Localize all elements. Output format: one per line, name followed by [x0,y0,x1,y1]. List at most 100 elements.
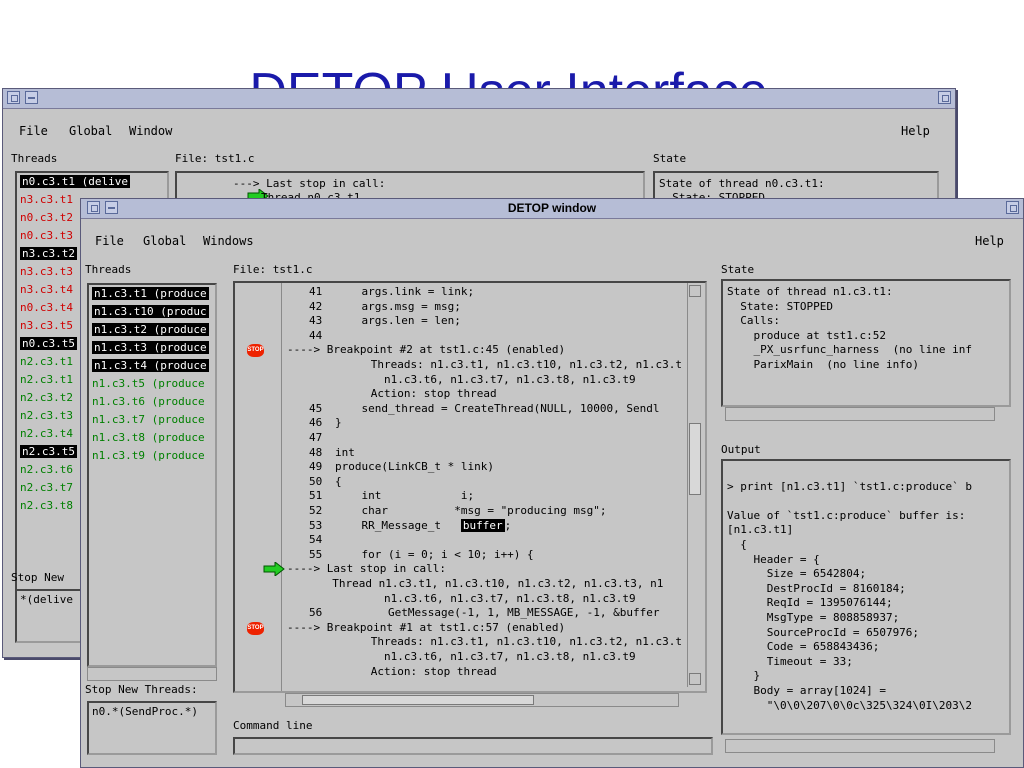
thread-label: n3.c3.t3 [20,265,73,278]
thread-label: n2.c3.t1 [20,355,73,368]
thread-label: n1.c3.t3 (produce [92,341,209,354]
scroll-thumb[interactable] [689,423,701,495]
file-label: File: tst1.c [175,152,255,165]
code-line: ---> Last stop in call: [233,177,386,190]
thread-label: n1.c3.t7 (produce [92,413,205,426]
code-text: ----> Last stop in call: [287,562,446,576]
code-text: int i; [335,489,475,503]
code-line: for (i = 0; i < 10; i++) { [335,548,533,561]
thread-label: n1.c3.t10 (produc [92,305,209,318]
line-number: 47 [309,431,323,444]
output-line: { [727,538,747,551]
thread-label: n3.c3.t4 [20,283,73,296]
thread-list-item[interactable]: n1.c3.t10 (produc [89,303,215,321]
line-number: 42 [309,299,323,313]
state-line: Calls: [727,314,780,328]
front-threads-list[interactable]: n1.c3.t1 (produce n1.c3.t10 (produc n1.c3.… [87,283,217,667]
thread-label: n2.c3.t5 [20,445,77,458]
code-text: { [335,474,342,488]
menu-file[interactable]: File [95,234,124,248]
thread-label: n1.c3.t6 (produce [92,395,205,408]
front-window-titlebar[interactable]: DETOP window [81,199,1023,219]
code-line: int [335,446,355,459]
front-detop-window[interactable]: DETOP window File Global Windows Help Th… [80,198,1024,768]
command-line-input[interactable] [233,737,713,755]
output-hscrollbar[interactable] [725,739,995,753]
state-view[interactable]: State of thread n1.c3.t1: State: STOPPED… [721,279,1011,407]
state-hscrollbar[interactable] [725,407,995,421]
thread-label: n3.c3.t2 [20,247,77,260]
code-line: Threads: n1.c3.t1, n1.c3.t10, n1.c3.t2, … [331,358,682,371]
menu-global[interactable]: Global [69,124,112,138]
code-line: args.len = len; [335,314,461,328]
code-line: Thread n1.c3.t1, n1.c3.t10, n1.c3.t2, n1… [319,577,663,590]
hscroll-thumb[interactable] [302,695,534,705]
code-text: Threads: n1.c3.t1, n1.c3.t10, n1.c3.t2, … [331,635,682,649]
line-number: 49 [309,460,323,474]
thread-list-item[interactable]: n1.c3.t1 (produce [89,285,215,303]
thread-label: n0.c3.t2 [20,211,73,224]
code-line: } [335,416,342,429]
thread-label: n1.c3.t9 (produce [92,449,205,462]
threads-hscrollbar[interactable] [87,667,217,681]
menu-file[interactable]: File [19,124,48,138]
code-hscrollbar[interactable] [285,693,679,707]
code-text: ; [504,518,512,532]
code-text: } [335,416,342,430]
thread-list-item[interactable]: n1.c3.t9 (produce [89,447,215,465]
breakpoint-stop-icon[interactable]: STOP [247,344,264,358]
thread-list-item[interactable]: n1.c3.t5 (produce [89,375,215,393]
thread-list-item[interactable]: n0.c3.t1 (delive [17,173,167,191]
menu-help[interactable]: Help [975,234,1004,248]
thread-label: n2.c3.t3 [20,409,73,422]
stop-new-threads-field[interactable]: n0.*(SendProc.*) [87,701,217,755]
back-stop-new-field[interactable]: *(delive [15,589,83,643]
thread-list-item[interactable]: n1.c3.t4 (produce [89,357,215,375]
thread-list-item[interactable]: n1.c3.t7 (produce [89,411,215,429]
line-number: 43 [309,314,323,328]
code-text: args.len = len; [335,314,461,328]
output-line: } [727,669,761,683]
thread-label: n2.c3.t2 [20,391,73,404]
line-number: 48 [309,445,323,459]
code-line: int i; [335,489,474,502]
source-code-view[interactable]: 41 args.link = link; 42 args.msg = msg; 43… [233,281,707,693]
threads-label: Threads [85,263,132,276]
thread-list-item[interactable]: n1.c3.t2 (produce [89,321,215,339]
code-text: n1.c3.t6, n1.c3.t7, n1.c3.t8, n1.c3.t9 [331,650,636,663]
scroll-down-icon[interactable] [689,673,701,685]
thread-label: n1.c3.t4 (produce [92,359,209,372]
output-view[interactable]: > print [n1.c3.t1] `tst1.c:produce` b Val… [721,459,1011,735]
scroll-up-icon[interactable] [689,285,701,297]
window-maximize-icon[interactable] [1006,201,1019,214]
code-line: n1.c3.t6, n1.c3.t7, n1.c3.t8, n1.c3.t9 [331,650,636,663]
window-minimize-icon[interactable] [25,91,38,104]
thread-label: n1.c3.t8 (produce [92,431,205,444]
line-number: 52 [309,504,323,517]
window-menu-icon[interactable] [7,91,20,104]
thread-list-item[interactable]: n1.c3.t8 (produce [89,429,215,447]
menu-help[interactable]: Help [901,124,930,138]
menu-windows[interactable]: Window [129,124,172,138]
code-vscrollbar[interactable] [687,283,701,687]
thread-label: n2.c3.t7 [20,481,73,494]
window-maximize-icon[interactable] [938,91,951,104]
selected-variable[interactable]: buffer [460,518,505,532]
thread-label: n0.c3.t5 [20,337,77,350]
code-text: ----> Breakpoint #2 at tst1.c:45 (enable… [287,343,566,357]
breakpoint-stop-icon[interactable]: STOP [247,621,264,635]
menu-windows[interactable]: Windows [203,234,254,248]
back-window-titlebar[interactable] [3,89,955,109]
thread-list-item[interactable]: n1.c3.t3 (produce [89,339,215,357]
output-line: MsgType = 808858937; [727,611,900,624]
current-stop-arrow-icon [207,176,269,203]
state-label: State [653,152,687,165]
menu-global[interactable]: Global [143,234,186,248]
stop-new-label: Stop New [11,571,64,584]
thread-list-item[interactable]: n1.c3.t6 (produce [89,393,215,411]
code-text: send_thread = CreateThread(NULL, 10000, … [335,401,660,415]
thread-label: n1.c3.t1 (produce [92,287,209,300]
line-number: 44 [309,328,323,342]
output-line: Timeout = 33; [727,654,853,668]
state-line: State of thread n1.c3.t1: [727,285,893,298]
